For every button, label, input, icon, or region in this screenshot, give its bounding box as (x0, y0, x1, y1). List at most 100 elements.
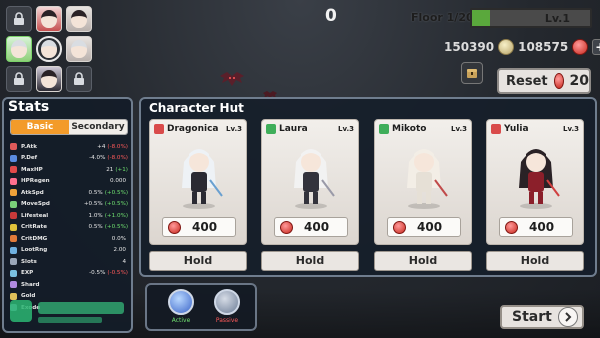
stat-name: MaxHP (21, 166, 43, 173)
tab-basic[interactable]: Basic (11, 120, 69, 134)
add-currency-button[interactable]: + (592, 39, 600, 55)
stat-name: Shard (21, 281, 40, 288)
stat-row: Slots 4 (10, 256, 128, 268)
element-icon (491, 124, 501, 134)
ruby-gem-icon (393, 220, 406, 234)
party-slot-locked[interactable] (6, 66, 32, 92)
party-slot-portrait[interactable] (66, 6, 92, 32)
gold-amount: 150390 (444, 40, 495, 54)
floor-text: Floor 1/20 (411, 11, 474, 24)
score-counter: 0 (325, 6, 337, 26)
character-card[interactable]: Yulia Lv.3 400 (486, 119, 584, 245)
character-hut-panel: Character Hut Dragonica Lv.3 400 Hold Laura L… (139, 97, 597, 277)
price-box[interactable]: 400 (162, 217, 236, 237)
lock-icon (14, 72, 24, 85)
start-button[interactable]: Start (500, 305, 584, 329)
price-box[interactable]: 400 (499, 217, 573, 237)
stat-row: P.Def -4.0% (-8.0%) (10, 153, 128, 165)
stat-icon (10, 269, 17, 277)
price-box[interactable]: 400 (387, 217, 461, 237)
stat-icon (10, 235, 17, 243)
ruby-gem-icon (280, 220, 293, 234)
party-slot-portrait[interactable] (36, 66, 62, 92)
level-label: Lv.1 (544, 12, 570, 25)
stat-value: 2.00 (113, 247, 126, 254)
stat-bonus: (-0.5%) (107, 270, 128, 277)
gold-coin-icon (498, 39, 515, 55)
character-art-icon (407, 149, 448, 209)
character-name: Laura (279, 124, 308, 134)
level-progress-bar: Lv.1 (470, 8, 592, 28)
stat-name: P.Atk (21, 143, 37, 150)
character-portrait-icon (41, 10, 57, 28)
character-name: Yulia (504, 124, 529, 134)
character-card[interactable]: Dragonica Lv.3 400 (149, 119, 247, 245)
stat-row: CritDMG 0.0% (10, 233, 128, 245)
stat-name: LootRng (21, 247, 48, 254)
party-slot-locked[interactable] (66, 66, 92, 92)
stat-icon (10, 177, 17, 185)
party-slot-portrait[interactable] (6, 36, 32, 62)
price-value: 400 (417, 220, 443, 234)
character-portrait-icon (11, 40, 27, 58)
stat-bonus: (+0.5%) (104, 189, 128, 196)
stat-value: 0.000 (109, 178, 126, 185)
ruby-gem-icon (572, 39, 589, 55)
ruby-gem-icon (168, 220, 181, 234)
gem-amount: 108575 (518, 40, 569, 54)
floor-indicator: Floor 1/20 (411, 11, 474, 24)
price-box[interactable]: 400 (274, 217, 348, 237)
character-level: Lv.3 (563, 125, 579, 133)
hold-button[interactable]: Hold (374, 251, 472, 271)
character-portrait-icon (41, 70, 57, 88)
stat-row: Shard (10, 279, 128, 291)
treasure-button[interactable] (461, 62, 483, 84)
stat-value: 1.0% (88, 212, 103, 219)
hold-button[interactable]: Hold (149, 251, 247, 271)
stat-bonus: (-8.0%) (107, 155, 128, 162)
active-skill[interactable]: Active (161, 289, 201, 324)
stat-name: EXP (21, 270, 34, 277)
character-level: Lv.3 (338, 125, 354, 133)
reset-button[interactable]: Reset 20 (497, 68, 591, 94)
stat-name: CritRate (21, 224, 48, 231)
character-art-icon (294, 149, 335, 209)
stat-icon (10, 258, 17, 266)
character-name: Dragonica (167, 124, 219, 134)
stat-row: HPRegen 0.000 (10, 176, 128, 188)
party-slot-locked[interactable] (6, 6, 32, 32)
stat-value: 0.5% (88, 189, 103, 196)
stat-value: 0.5% (88, 224, 103, 231)
stat-name: MoveSpd (21, 201, 50, 208)
character-portrait-icon (71, 40, 87, 58)
stat-icon (10, 212, 17, 220)
stat-value: 4 (122, 258, 126, 265)
hold-button[interactable]: Hold (261, 251, 359, 271)
start-label: Start (512, 309, 552, 325)
stat-row: Lifesteal 1.0% (+1.0%) (10, 210, 128, 222)
passive-skill-icon (214, 289, 240, 315)
ruby-gem-icon (553, 73, 564, 89)
party-slot-portrait[interactable] (36, 6, 62, 32)
passive-skill[interactable]: Passive (207, 289, 247, 324)
stat-icon (10, 281, 17, 289)
hold-button[interactable]: Hold (486, 251, 584, 271)
stat-name: CritDMG (21, 235, 48, 242)
chevron-right-icon (558, 307, 578, 327)
price-value: 400 (529, 220, 555, 234)
stats-tabs: Basic Secondary (10, 119, 128, 135)
stat-icon (10, 223, 17, 231)
stat-bonus: (-8.0%) (107, 143, 128, 150)
stat-row: EXP -0.5% (-0.5%) (10, 268, 128, 280)
card-header: Mikoto Lv.3 (379, 124, 467, 134)
party-slot-selected[interactable] (36, 36, 62, 62)
character-card[interactable]: Laura Lv.3 400 (261, 119, 359, 245)
tab-secondary[interactable]: Secondary (69, 120, 127, 134)
stat-bonus: (+1) (115, 166, 128, 173)
lock-icon (74, 72, 84, 85)
character-card[interactable]: Mikoto Lv.3 400 (374, 119, 472, 245)
stat-value: +0.5% (83, 201, 103, 208)
stat-icon (10, 246, 17, 254)
party-slot-portrait[interactable] (66, 36, 92, 62)
stat-value: +4 (97, 143, 106, 150)
